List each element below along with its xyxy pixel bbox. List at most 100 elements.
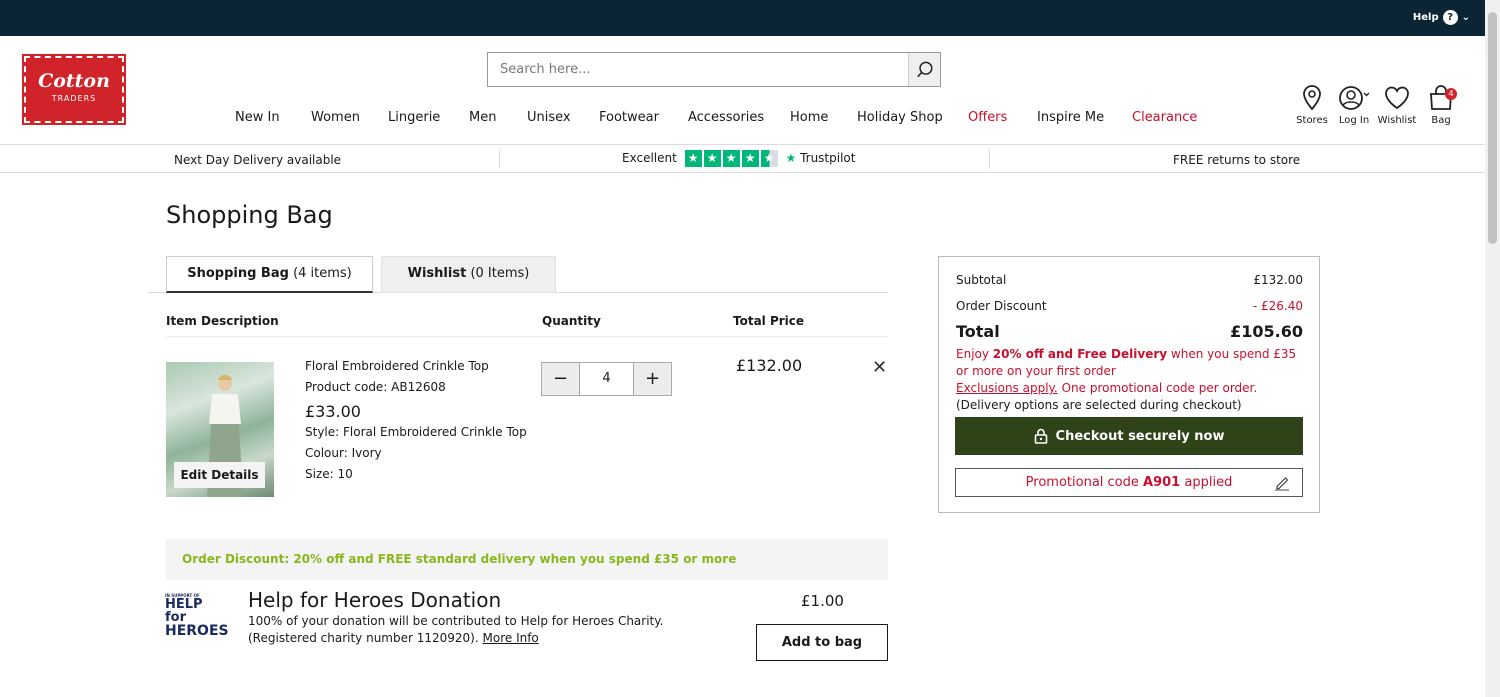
cotton-traders-logo[interactable]: Cotton TRADERS [22, 54, 126, 125]
trustpilot-rating[interactable]: Excellent ★ ★ ★ ★ ★ ★ Trustpilot [622, 150, 855, 167]
subtotal-label: Subtotal [956, 273, 1007, 287]
page-scrollbar[interactable] [1485, 0, 1500, 697]
search-input[interactable] [488, 53, 908, 86]
total-row: Total £105.60 [956, 322, 1303, 341]
divider [499, 149, 500, 169]
quantity-stepper: − 4 + [541, 362, 672, 396]
tab-wishlist-count: (0 Items) [470, 266, 530, 281]
subtotal-value: £132.00 [1253, 273, 1303, 287]
promo-applied-prefix: Promotional code [1025, 475, 1139, 490]
order-summary: Subtotal £132.00 Order Discount - £26.40… [938, 256, 1320, 513]
nav-holiday-shop[interactable]: Holiday Shop [857, 110, 943, 125]
question-icon: ? [1442, 10, 1458, 25]
half-star-icon: ★ [760, 150, 778, 167]
login-label: Log In [1338, 115, 1370, 126]
product-name[interactable]: Floral Embroidered Crinkle Top [305, 359, 489, 373]
bag-link[interactable]: 4 Bag [1419, 84, 1463, 126]
nav-inspire-me[interactable]: Inspire Me [1037, 110, 1104, 125]
promo-prefix: Enjoy [956, 347, 989, 361]
nav-accessories[interactable]: Accessories [688, 110, 764, 125]
wishlist-link[interactable]: Wishlist [1375, 84, 1419, 126]
nav-footwear[interactable]: Footwear [599, 110, 659, 125]
trustpilot-label: Trustpilot [800, 151, 856, 165]
nav-unisex[interactable]: Unisex [527, 110, 571, 125]
info-strip: Next Day Delivery available Excellent ★ ★… [0, 144, 1485, 173]
search-button[interactable] [908, 53, 940, 86]
donation-price: £1.00 [801, 592, 844, 610]
user-icon [1339, 86, 1370, 110]
product-colour: Colour: Ivory [305, 446, 382, 460]
delivery-note: (Delivery options are selected during ch… [956, 398, 1242, 412]
trustpilot-logo: ★ Trustpilot [785, 151, 855, 165]
discount-banner: Order Discount: 20% off and FREE standar… [166, 539, 888, 580]
trustpilot-stars: ★ ★ ★ ★ ★ [684, 150, 778, 167]
nav-men[interactable]: Men [469, 110, 496, 125]
heart-icon [1385, 86, 1409, 110]
divider [989, 149, 990, 169]
add-to-bag-button[interactable]: Add to bag [756, 624, 888, 661]
product-size: Size: 10 [305, 467, 353, 481]
quantity-input[interactable]: 4 [579, 363, 634, 395]
rating-word: Excellent [622, 151, 677, 165]
logo-line1: Cotton [38, 70, 110, 92]
tab-shopping-bag[interactable]: Shopping Bag (4 items) [166, 256, 373, 293]
increase-quantity-button[interactable]: + [634, 363, 671, 395]
minus-icon: − [552, 368, 569, 389]
page-title: Shopping Bag [166, 201, 333, 229]
chevron-down-icon: ⌄ [1461, 12, 1470, 23]
remove-item-button[interactable]: ✕ [872, 357, 887, 378]
donation-line2-wrap: (Registered charity number 1120920). Mor… [248, 630, 663, 647]
promo-message: Enjoy 20% off and Free Delivery when you… [956, 346, 1303, 414]
login-link[interactable]: Log In [1332, 84, 1376, 126]
tab-bag-label: Shopping Bag [187, 266, 289, 281]
star-icon: ★ [703, 150, 721, 167]
donation-line1: 100% of your donation will be contribute… [248, 614, 664, 628]
exclusions-link[interactable]: Exclusions apply. [956, 381, 1058, 395]
one-code-note: One promotional code per order. [1061, 381, 1258, 395]
star-icon: ★ [741, 150, 759, 167]
discount-value: - £26.40 [1252, 299, 1303, 313]
nav-new-in[interactable]: New In [235, 110, 280, 125]
scrollbar-thumb[interactable] [1488, 12, 1497, 244]
help-label: Help [1412, 12, 1439, 23]
tab-bag-count: (4 items) [293, 266, 352, 281]
search-icon [916, 61, 932, 77]
location-pin-icon [1303, 85, 1321, 111]
subtotal-row: Subtotal £132.00 [956, 273, 1303, 287]
promo-code: A901 [1143, 475, 1181, 490]
edit-details-button[interactable]: Edit Details [174, 462, 265, 488]
column-quantity: Quantity [542, 314, 601, 328]
total-value: £105.60 [1230, 322, 1303, 341]
donation-line2: (Registered charity number 1120920). [248, 631, 479, 645]
total-label: Total [956, 322, 1000, 341]
line-total: £132.00 [736, 356, 803, 375]
help-for-heroes-logo: IN SUPPORT OF HELP for HEROES [165, 593, 229, 639]
bag-count-badge: 4 [1445, 88, 1457, 100]
nav-lingerie[interactable]: Lingerie [388, 110, 440, 125]
decrease-quantity-button[interactable]: − [542, 363, 579, 395]
checkout-button[interactable]: Checkout securely now [955, 417, 1303, 455]
donation-title: Help for Heroes Donation [248, 588, 502, 612]
logo-line2: TRADERS [51, 94, 97, 103]
nav-offers[interactable]: Offers [968, 110, 1007, 125]
nav-women[interactable]: Women [311, 110, 360, 125]
promo-bold: 20% off and Free Delivery [992, 347, 1168, 361]
more-info-link[interactable]: More Info [483, 631, 539, 645]
discount-label: Order Discount [956, 299, 1047, 313]
promo-applied-suffix: applied [1184, 475, 1233, 490]
column-item-description: Item Description [166, 314, 279, 328]
bag-tabs: Shopping Bag (4 items) Wishlist (0 Items… [148, 256, 888, 293]
star-icon: ★ [684, 150, 702, 167]
promo-code-field[interactable]: Promotional code A901 applied [955, 468, 1303, 497]
nav-home[interactable]: Home [790, 110, 828, 125]
logo-heroes: HEROES [165, 623, 229, 639]
nav-clearance[interactable]: Clearance [1132, 110, 1197, 125]
stores-label: Stores [1296, 115, 1328, 126]
column-total-price: Total Price [733, 314, 805, 328]
help-menu[interactable]: Help ? ⌄ [1413, 10, 1470, 25]
stores-link[interactable]: Stores [1290, 84, 1334, 126]
logo-help-for: HELP for [165, 597, 203, 625]
pencil-icon[interactable] [1274, 474, 1290, 491]
tab-wishlist[interactable]: Wishlist (0 Items) [381, 256, 556, 293]
close-icon: ✕ [872, 357, 888, 378]
